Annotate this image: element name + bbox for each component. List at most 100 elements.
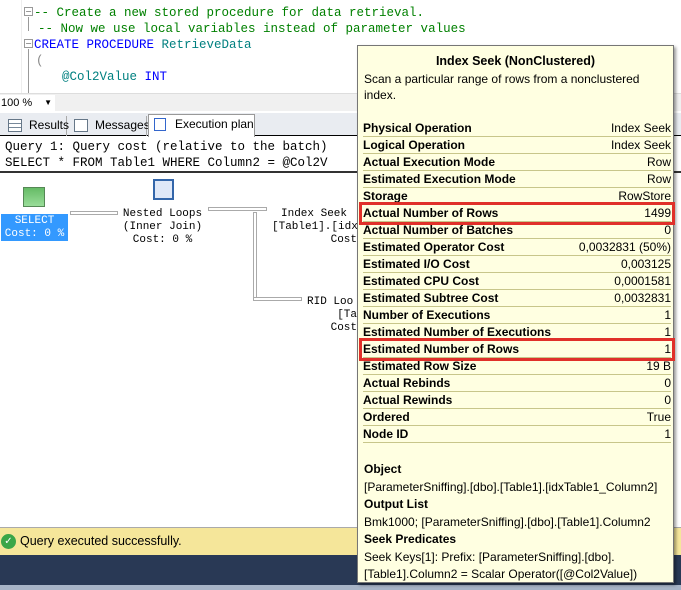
property-value: 0 <box>664 223 671 237</box>
property-value: Index Seek <box>610 138 671 152</box>
property-name: Estimated I/O Cost <box>363 257 470 271</box>
property-row: Actual Rewinds 0 <box>363 392 671 409</box>
property-name: Logical Operation <box>363 138 466 152</box>
keyword: INT <box>144 70 168 84</box>
property-value: Row <box>646 172 671 186</box>
property-name: Estimated Row Size <box>363 359 477 373</box>
property-name: Node ID <box>363 427 409 441</box>
property-name: Physical Operation <box>363 121 472 135</box>
property-name: Estimated Subtree Cost <box>363 291 499 305</box>
property-row: Estimated Number of Rows 1 <box>359 338 675 361</box>
tab-messages[interactable]: Messages <box>69 116 150 136</box>
node-cost: Cost: 0 % <box>4 228 65 240</box>
property-row: Estimated Row Size 19 B <box>363 358 671 375</box>
status-text: Query executed successfully. <box>20 534 182 548</box>
node-name: RID Loo <box>307 296 354 308</box>
seek-predicates-value: Seek Keys[1]: Prefix: [ParameterSniffing… <box>364 549 615 564</box>
execution-plan-icon <box>154 118 166 131</box>
code-line: -- Create a new stored procedure for dat… <box>34 6 425 20</box>
node-name: Index Seek <box>281 208 348 220</box>
identifier: RetrieveData <box>161 38 252 52</box>
property-name: Actual Number of Batches <box>363 223 514 237</box>
plan-arrow <box>208 207 267 211</box>
tab-results[interactable]: Results <box>3 116 70 136</box>
plan-node-rid-lookup[interactable]: RID Loo [Ta Cost <box>307 296 357 335</box>
tooltip-title: Index Seek (NonClustered) <box>435 54 596 68</box>
code-line: ( <box>36 54 44 68</box>
property-name: Number of Executions <box>363 308 491 322</box>
operator-tooltip: Index Seek (NonClustered) Scan a particu… <box>357 45 675 584</box>
seek-predicates-value: [Table1].Column2 = Scalar Operator([@Col… <box>364 567 638 581</box>
variable: @Col2Value <box>62 70 138 84</box>
property-row: Ordered True <box>363 409 671 426</box>
property-row: Logical Operation Index Seek <box>363 137 671 154</box>
plan-node-select[interactable]: SELECT Cost: 0 % <box>1 214 68 241</box>
property-row: Node ID 1 <box>363 426 671 443</box>
node-cost: Cost <box>330 234 357 246</box>
property-name: Estimated Operator Cost <box>363 240 505 254</box>
plan-node-nested-loops[interactable]: Nested Loops (Inner Join) Cost: 0 % <box>115 208 210 247</box>
property-value: 0 <box>664 393 671 407</box>
property-value: 1 <box>664 308 671 322</box>
property-value: Row <box>646 155 671 169</box>
collapse-icon[interactable]: − <box>24 7 33 16</box>
node-cost: Cost <box>330 322 357 334</box>
property-row: Physical Operation Index Seek <box>363 120 671 137</box>
chevron-down-icon: ▼ <box>44 98 52 107</box>
editor-gutter <box>0 0 22 93</box>
object-label: Object <box>364 462 402 476</box>
property-name: Ordered <box>363 410 410 424</box>
property-row: Number of Executions 1 <box>363 307 671 324</box>
plan-arrow <box>70 211 118 215</box>
success-check-icon: ✓ <box>1 534 16 549</box>
property-name: Estimated Execution Mode <box>363 172 516 186</box>
property-list: Physical Operation Index Seek Logical Oper… <box>359 120 675 443</box>
grid-icon <box>8 119 22 132</box>
property-row: Actual Execution Mode Row <box>363 154 671 171</box>
nested-loops-icon <box>153 179 174 200</box>
node-name: SELECT <box>14 215 55 227</box>
property-row: Actual Number of Batches 0 <box>363 222 671 239</box>
property-name: Actual Execution Mode <box>363 155 496 169</box>
node-subtitle: [Table1].[idx <box>272 221 358 233</box>
property-value: 0,0001581 <box>614 274 671 288</box>
bottom-strip <box>0 585 681 590</box>
zoom-value: 100 % <box>1 97 33 109</box>
node-name: Nested Loops <box>122 208 203 220</box>
property-value: Index Seek <box>610 121 671 135</box>
property-value: 0,0032831 (50%) <box>578 240 671 254</box>
node-cost: Cost: 0 % <box>132 234 193 246</box>
node-subtitle: (Inner Join) <box>122 221 203 233</box>
fold-line <box>28 49 29 93</box>
plan-arrow <box>253 297 302 301</box>
tab-label: Execution plan <box>175 117 254 131</box>
property-row: Estimated I/O Cost 0,003125 <box>363 256 671 273</box>
zoom-select[interactable]: 100 % ▼ <box>0 95 55 111</box>
property-row: Estimated CPU Cost 0,0001581 <box>363 273 671 290</box>
tab-execution-plan[interactable]: Execution plan <box>148 114 255 137</box>
object-value: [ParameterSniffing].[dbo].[Table1].[idxT… <box>364 479 658 494</box>
property-row: Estimated Execution Mode Row <box>363 171 671 188</box>
property-value: 0,0032831 <box>614 291 671 305</box>
property-name: Estimated Number of Rows <box>363 342 520 356</box>
code-line: -- Now we use local variables instead of… <box>38 22 466 36</box>
code-line: CREATE PROCEDURE RetrieveData <box>34 37 252 53</box>
output-list-value: Bmk1000; [ParameterSniffing].[dbo].[Tabl… <box>364 514 651 529</box>
property-row: Estimated Operator Cost 0,0032831 (50%) <box>363 239 671 256</box>
messages-icon <box>74 119 88 132</box>
tab-label: Messages <box>95 118 150 132</box>
seek-predicates-label: Seek Predicates <box>364 532 457 546</box>
tooltip-details: Object [ParameterSniffing].[dbo].[Table1… <box>364 461 672 584</box>
keyword: CREATE PROCEDURE <box>34 38 155 52</box>
fold-line <box>28 17 29 31</box>
property-row: Actual Number of Rows 1499 <box>359 202 675 225</box>
property-row: Estimated Subtree Cost 0,0032831 <box>363 290 671 307</box>
property-value: True <box>646 410 671 424</box>
property-value: 0 <box>664 376 671 390</box>
tab-label: Results <box>29 118 70 132</box>
property-value: 1 <box>664 342 671 356</box>
tooltip-description: Scan a particular range of rows from a n… <box>364 72 640 102</box>
collapse-icon[interactable]: − <box>24 39 33 48</box>
property-name: Estimated CPU Cost <box>363 274 480 288</box>
plan-node-index-seek[interactable]: Index Seek [Table1].[idx Cost <box>272 208 358 247</box>
